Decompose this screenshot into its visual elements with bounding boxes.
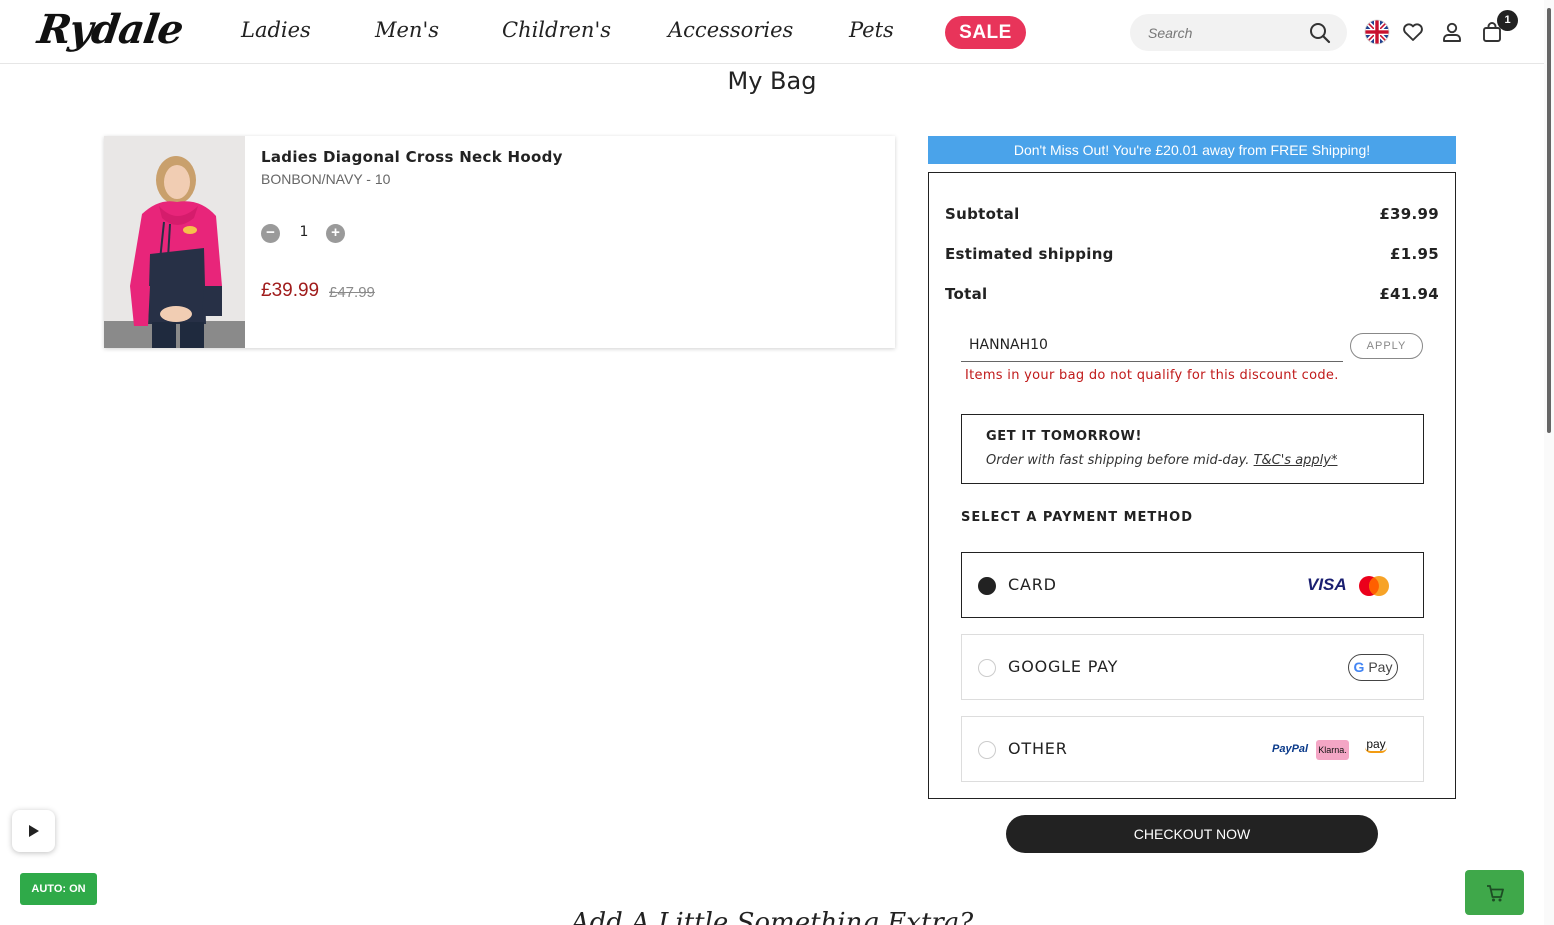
radio-other[interactable] bbox=[978, 741, 996, 759]
nav-item-accessories[interactable]: Accessories bbox=[668, 18, 793, 42]
next-day-delivery-box: GET IT TOMORROW! Order with fast shippin… bbox=[961, 414, 1424, 484]
quantity-increase-button[interactable]: + bbox=[326, 224, 345, 243]
checkout-button[interactable]: CHECKOUT NOW bbox=[1006, 815, 1378, 853]
shipping-row: Estimated shipping £1.95 bbox=[945, 245, 1439, 263]
subtotal-value: £39.99 bbox=[1379, 205, 1439, 223]
paypal-icon: PayPal bbox=[1272, 743, 1309, 755]
search-icon[interactable] bbox=[1308, 21, 1332, 45]
search-input[interactable] bbox=[1148, 22, 1298, 44]
klarna-icon: Klarna. bbox=[1316, 740, 1349, 760]
play-icon bbox=[29, 825, 39, 837]
quantity-value: 1 bbox=[299, 224, 309, 240]
payment-option-other[interactable]: OTHER PayPal Klarna. pay bbox=[961, 716, 1424, 782]
subtotal-row: Subtotal £39.99 bbox=[945, 205, 1439, 223]
site-header: Rydale Ladies Men's Children's Accessori… bbox=[0, 0, 1554, 64]
search-bar bbox=[1130, 14, 1347, 51]
payment-option-card[interactable]: CARD VISA bbox=[961, 552, 1424, 618]
apply-promo-button[interactable]: APPLY bbox=[1350, 333, 1423, 359]
upsell-heading: Add A Little Something Extra? bbox=[570, 908, 974, 925]
auto-toggle-button[interactable]: AUTO: ON bbox=[20, 873, 97, 905]
terms-link[interactable]: T&C's apply* bbox=[1254, 453, 1338, 468]
page-title: My Bag bbox=[727, 67, 817, 95]
google-pay-icon: G Pay bbox=[1348, 654, 1398, 681]
order-summary: Subtotal £39.99 Estimated shipping £1.95… bbox=[928, 172, 1456, 799]
subtotal-label: Subtotal bbox=[945, 205, 1020, 223]
payment-heading: SELECT A PAYMENT METHOD bbox=[961, 510, 1193, 525]
sale-price: £39.99 bbox=[261, 280, 320, 301]
nav-item-sale[interactable]: SALE bbox=[945, 16, 1026, 49]
amazon-pay-icon: pay bbox=[1362, 737, 1390, 753]
payment-label-other: OTHER bbox=[1008, 739, 1068, 758]
google-pay-text: Pay bbox=[1368, 659, 1393, 675]
play-button[interactable] bbox=[12, 810, 55, 852]
brand-logo[interactable]: Rydale bbox=[35, 6, 186, 53]
product-name[interactable]: Ladies Diagonal Cross Neck Hoody bbox=[261, 148, 563, 166]
cart-item: Ladies Diagonal Cross Neck Hoody BONBON/… bbox=[104, 136, 895, 348]
shipping-value: £1.95 bbox=[1390, 245, 1439, 263]
radio-google-pay[interactable] bbox=[978, 659, 996, 677]
original-price: £47.99 bbox=[329, 284, 375, 301]
shipping-label: Estimated shipping bbox=[945, 245, 1114, 263]
total-row: Total £41.94 bbox=[945, 285, 1439, 303]
bag-count-badge: 1 bbox=[1497, 10, 1518, 31]
payment-option-google-pay[interactable]: GOOGLE PAY G Pay bbox=[961, 634, 1424, 700]
payment-label-google-pay: GOOGLE PAY bbox=[1008, 657, 1119, 676]
page-scrollbar[interactable] bbox=[1544, 0, 1554, 925]
cart-icon bbox=[1487, 885, 1504, 902]
nav-item-pets[interactable]: Pets bbox=[849, 18, 894, 42]
payment-label-card: CARD bbox=[1008, 575, 1057, 594]
radio-card[interactable] bbox=[978, 577, 996, 595]
total-value: £41.94 bbox=[1379, 285, 1439, 303]
free-shipping-banner: Don't Miss Out! You're £20.01 away from … bbox=[928, 136, 1456, 164]
nav-item-ladies[interactable]: Ladies bbox=[241, 18, 311, 42]
total-label: Total bbox=[945, 285, 988, 303]
heart-icon[interactable] bbox=[1401, 20, 1425, 44]
mastercard-icon bbox=[1359, 576, 1389, 596]
delivery-text: Order with fast shipping before mid-day.… bbox=[986, 453, 1338, 468]
uk-flag-icon[interactable] bbox=[1364, 19, 1390, 45]
quantity-decrease-button[interactable]: − bbox=[261, 224, 280, 243]
promo-error-message: Items in your bag do not qualify for thi… bbox=[965, 368, 1339, 383]
promo-code-input[interactable] bbox=[961, 328, 1343, 362]
nav-item-childrens[interactable]: Children's bbox=[502, 18, 611, 42]
floating-cart-button[interactable] bbox=[1465, 870, 1524, 915]
delivery-title: GET IT TOMORROW! bbox=[986, 429, 1143, 444]
visa-icon: VISA bbox=[1307, 575, 1347, 594]
delivery-description: Order with fast shipping before mid-day. bbox=[986, 453, 1250, 468]
scrollbar-thumb[interactable] bbox=[1547, 8, 1551, 433]
product-image[interactable] bbox=[104, 136, 245, 348]
amazon-pay-text: pay bbox=[1366, 737, 1386, 751]
nav-item-mens[interactable]: Men's bbox=[375, 18, 439, 42]
user-icon[interactable] bbox=[1440, 20, 1464, 44]
product-variant: BONBON/NAVY - 10 bbox=[261, 171, 391, 187]
